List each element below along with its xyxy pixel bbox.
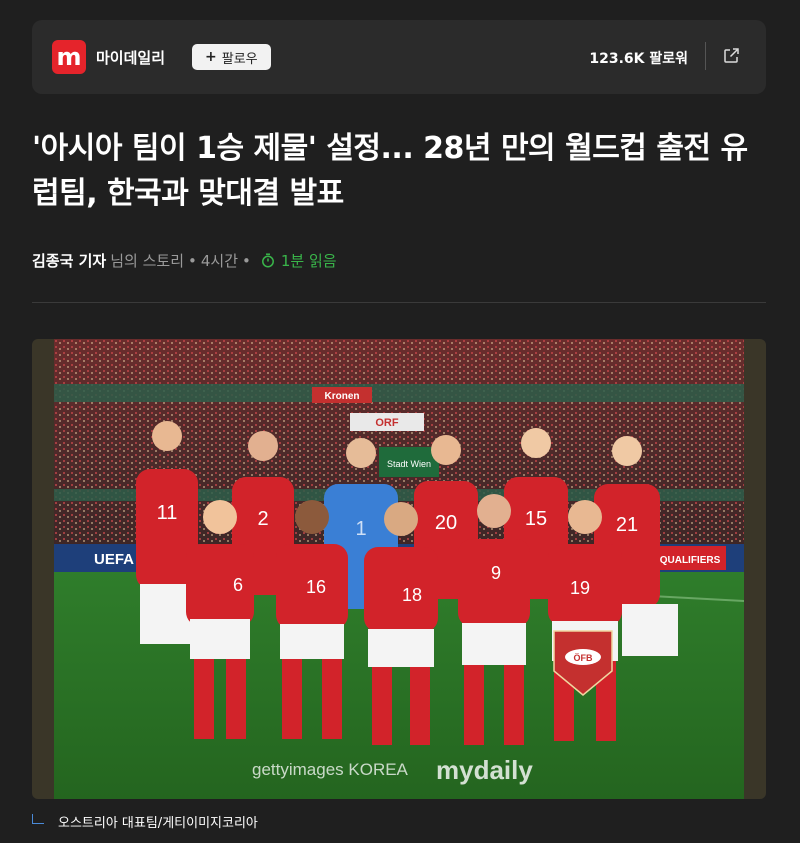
article-headline: '아시아 팀이 1승 제물' 설정... 28년 만의 월드컵 출전 유럽팀, …: [32, 131, 748, 211]
mydaily-watermark: mydaily: [436, 755, 533, 785]
svg-text:18: 18: [402, 585, 422, 605]
divider-line: [32, 302, 766, 303]
getty-watermark: gettyimages KOREA: [252, 760, 409, 779]
svg-text:2: 2: [257, 508, 268, 530]
svg-text:16: 16: [306, 577, 326, 597]
follow-label: 팔로우: [221, 51, 258, 67]
caption-corner-icon: [32, 813, 44, 824]
photo-caption: 오스트리아 대표팀/게티이미지코리아: [32, 812, 258, 831]
divider: [705, 42, 706, 70]
separator-dot: •: [242, 251, 251, 270]
follower-count: 123.6K 팔로워: [589, 51, 688, 67]
follow-button[interactable]: + 팔로우: [192, 44, 271, 70]
publish-time: 4시간: [200, 252, 239, 270]
publisher-bar: m 마이데일리 + 팔로우 123.6K 팔로워: [32, 20, 766, 94]
svg-text:1: 1: [355, 518, 366, 540]
sign-qualifiers: QUALIFIERS: [660, 555, 721, 566]
read-time: 1분 읽음: [261, 250, 337, 271]
pennant-text: ÖFB: [574, 653, 593, 663]
read-time-label: 1분 읽음: [280, 252, 337, 270]
svg-text:11: 11: [157, 502, 178, 524]
plus-icon: +: [205, 49, 217, 65]
story-suffix: 님의 스토리: [110, 252, 185, 270]
sign-orf: ORF: [375, 417, 399, 429]
svg-text:20: 20: [435, 512, 457, 534]
separator-dot: •: [188, 251, 197, 270]
svg-text:9: 9: [491, 563, 501, 583]
sign-uefa: UEFA: [94, 551, 134, 568]
publisher-logo[interactable]: m: [52, 40, 86, 74]
svg-text:21: 21: [616, 514, 638, 536]
share-icon[interactable]: [722, 47, 740, 65]
caption-text: 오스트리아 대표팀/게티이미지코리아: [58, 816, 258, 831]
svg-text:15: 15: [525, 508, 547, 530]
article-photo-frame: Kronen ORF Stadt Wien UEFA QUALIFIERS 11…: [32, 339, 766, 799]
sign-stadt-wien: Stadt Wien: [387, 459, 431, 469]
svg-text:19: 19: [570, 578, 590, 598]
timer-icon: [261, 253, 274, 268]
sign-kronen: Kronen: [325, 391, 360, 402]
byline: 김종국 기자 님의 스토리 • 4시간 • 1분 읽음: [32, 250, 337, 271]
author-name[interactable]: 김종국 기자: [32, 250, 106, 271]
svg-text:6: 6: [233, 575, 243, 595]
article-photo[interactable]: Kronen ORF Stadt Wien UEFA QUALIFIERS 11…: [54, 339, 744, 799]
publisher-name[interactable]: 마이데일리: [96, 47, 165, 68]
